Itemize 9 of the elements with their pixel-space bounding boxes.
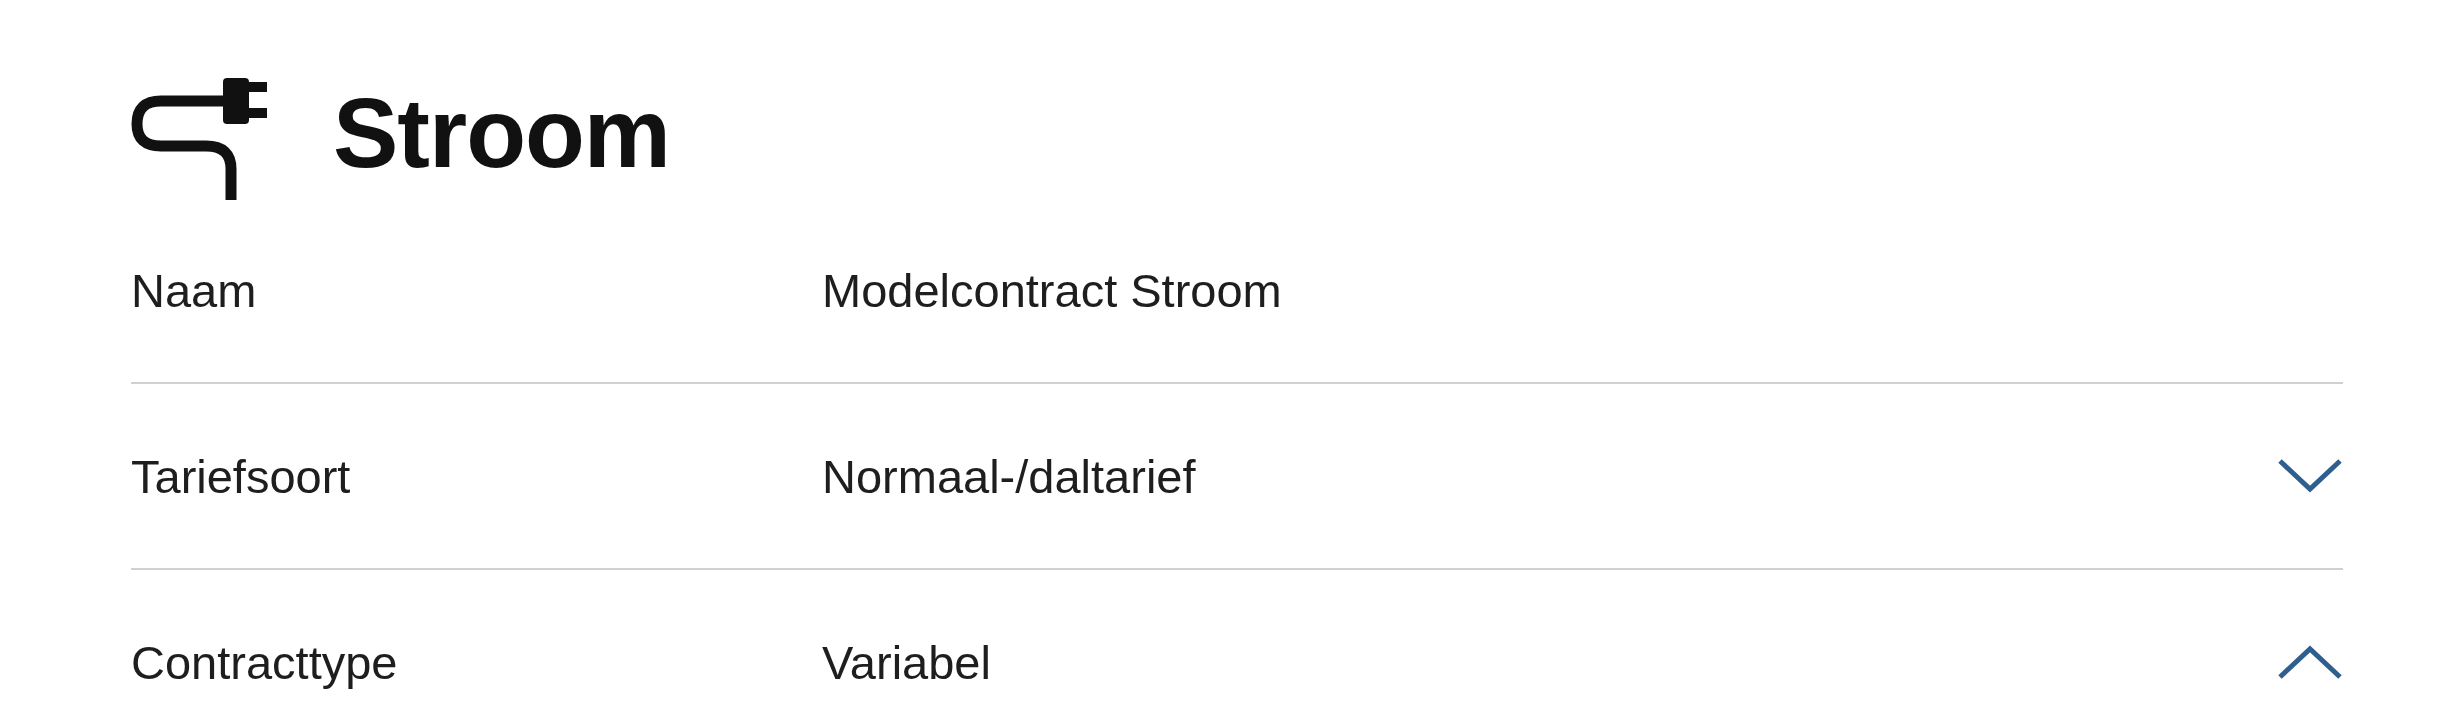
field-value: Variabel bbox=[822, 634, 992, 690]
section-title: Stroom bbox=[333, 84, 670, 182]
field-label: Contracttype bbox=[131, 634, 399, 690]
field-label: Tariefsoort bbox=[131, 448, 352, 504]
field-value: Modelcontract Stroom bbox=[822, 262, 1283, 318]
chevron-up-icon[interactable] bbox=[2277, 644, 2343, 680]
field-label: Naam bbox=[131, 262, 258, 318]
field-value: Normaal-/daltarief bbox=[822, 448, 1197, 504]
chevron-down-icon[interactable] bbox=[2277, 458, 2343, 494]
